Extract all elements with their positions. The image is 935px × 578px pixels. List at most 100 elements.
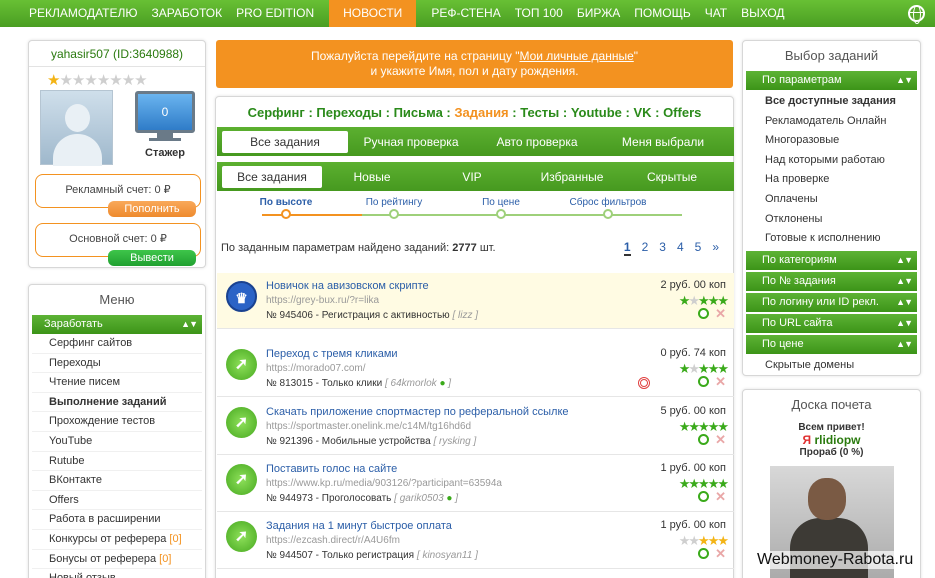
category-link[interactable]: VK bbox=[633, 105, 651, 120]
sort-option[interactable]: Сброс фильтров bbox=[558, 197, 658, 208]
menu-item[interactable]: Выполнение заданий bbox=[32, 393, 202, 413]
username[interactable]: yahasir507 (ID:3640988) bbox=[29, 41, 205, 67]
task-author[interactable]: [ 64kmorlok ● ] bbox=[385, 378, 451, 389]
param-item[interactable]: Готовые к исполнению bbox=[746, 229, 917, 249]
favorite-icon[interactable] bbox=[698, 434, 710, 445]
topnav-item[interactable]: ТОП 100 bbox=[508, 0, 570, 27]
param-item[interactable]: Над которыми работаю bbox=[746, 151, 917, 171]
category-link[interactable]: Offers bbox=[663, 105, 701, 120]
hidden-domains-link[interactable]: Скрытые домены bbox=[746, 356, 917, 376]
param-item[interactable]: Многоразовые bbox=[746, 131, 917, 151]
sort-dot-icon[interactable] bbox=[389, 209, 399, 219]
page-link[interactable]: 2 bbox=[642, 240, 649, 256]
param-item[interactable]: На проверке bbox=[746, 170, 917, 190]
tab-tabs2[interactable]: Избранные bbox=[522, 166, 622, 188]
topnav-item[interactable]: БИРЖА bbox=[570, 0, 627, 27]
menu-item[interactable]: Конкурсы от реферера [0] bbox=[32, 530, 202, 550]
profile-data-link[interactable]: Мои личные данные bbox=[519, 49, 633, 63]
sort-option[interactable]: По цене bbox=[451, 197, 551, 208]
menu-item[interactable]: Работа в расширении bbox=[32, 510, 202, 530]
menu-section-earn[interactable]: Заработать ▲▼ bbox=[32, 315, 202, 334]
sort-option[interactable]: По рейтингу bbox=[344, 197, 444, 208]
favorite-icon[interactable] bbox=[698, 308, 710, 319]
topnav-item[interactable]: ПОМОЩЬ bbox=[627, 0, 697, 27]
topnav-item[interactable]: ВЫХОД bbox=[734, 0, 791, 27]
favorite-icon[interactable] bbox=[698, 548, 710, 559]
page-link[interactable]: 3 bbox=[659, 240, 666, 256]
tab-tabs1[interactable]: Все задания bbox=[222, 130, 348, 153]
menu-item[interactable]: Прохождение тестов bbox=[32, 412, 202, 432]
menu-item[interactable]: ВКонтакте bbox=[32, 471, 202, 491]
menu-item[interactable]: Чтение писем bbox=[32, 373, 202, 393]
choose-section[interactable]: По цене ▲▼ bbox=[746, 334, 917, 354]
page-link[interactable]: 1 bbox=[623, 240, 631, 256]
topnav-item[interactable]: ЧАТ bbox=[698, 0, 734, 27]
category-link[interactable]: Тесты bbox=[520, 105, 559, 120]
menu-item[interactable]: Переходы bbox=[32, 354, 202, 374]
menu-item[interactable]: Бонусы от реферера [0] bbox=[32, 550, 202, 570]
menu-item[interactable]: Серфинг сайтов bbox=[32, 334, 202, 354]
tab-tabs1[interactable]: Авто проверка bbox=[474, 131, 600, 153]
choose-section[interactable]: По логину или ID рекл. ▲▼ bbox=[746, 292, 917, 312]
menu-item[interactable]: Offers bbox=[32, 491, 202, 511]
category-link[interactable]: Задания bbox=[454, 105, 508, 120]
task-author[interactable]: [ garik0503 ● ] bbox=[394, 493, 458, 504]
topnav-item[interactable]: РЕФ-СТЕНА bbox=[424, 0, 507, 27]
favorite-icon[interactable] bbox=[698, 376, 710, 387]
task-title[interactable]: Переход с тремя кликами bbox=[266, 348, 398, 360]
category-link[interactable]: Письма bbox=[394, 105, 443, 120]
sort-option[interactable]: По высоте bbox=[236, 197, 336, 208]
task-row[interactable]: ♛ Новичок на авизовском скрипте https://gr… bbox=[217, 273, 734, 329]
tab-tabs1[interactable]: Ручная проверка bbox=[348, 131, 474, 153]
topup-button[interactable]: Пополнить bbox=[108, 201, 196, 217]
task-row[interactable]: ➚ Поставить голос на сайте https://www.kp.… bbox=[217, 456, 734, 512]
sort-dot-icon[interactable] bbox=[603, 209, 613, 219]
tab-tabs1[interactable]: Меня выбрали bbox=[600, 131, 726, 153]
category-link[interactable]: Переходы bbox=[316, 105, 382, 120]
task-author[interactable]: [ rysking ] bbox=[433, 436, 476, 447]
task-author[interactable]: [ kinosyan11 ] bbox=[417, 550, 478, 561]
task-author[interactable]: [ lizz ] bbox=[452, 310, 478, 321]
avatar[interactable] bbox=[40, 90, 113, 166]
tab-tabs2[interactable]: Все задания bbox=[222, 165, 322, 188]
choose-section[interactable]: По № задания ▲▼ bbox=[746, 271, 917, 291]
param-item[interactable]: Рекламодатель Онлайн bbox=[746, 112, 917, 132]
category-link[interactable]: Серфинг bbox=[248, 105, 305, 120]
hide-icon[interactable]: ✕ bbox=[715, 433, 726, 446]
task-row[interactable]: ➚ Задания на 1 минут быстрое оплата https:… bbox=[217, 513, 734, 569]
section-by-params[interactable]: По параметрам ▲▼ bbox=[746, 71, 917, 90]
hide-icon[interactable]: ✕ bbox=[715, 490, 726, 503]
param-item[interactable]: Оплачены bbox=[746, 190, 917, 210]
task-title[interactable]: Новичок на авизовском скрипте bbox=[266, 280, 429, 292]
menu-item[interactable]: Новый отзыв bbox=[32, 569, 202, 578]
task-title[interactable]: Задания на 1 минут быстрое оплата bbox=[266, 520, 452, 532]
task-row[interactable]: ➚ Переход с тремя кликами https://morado07… bbox=[217, 341, 734, 397]
hide-icon[interactable]: ✕ bbox=[715, 375, 726, 388]
tab-tabs2[interactable]: Скрытые bbox=[622, 166, 722, 188]
hide-icon[interactable]: ✕ bbox=[715, 547, 726, 560]
param-item[interactable]: Все доступные задания bbox=[746, 92, 917, 112]
task-title[interactable]: Скачать приложение спортмастер по рефера… bbox=[266, 406, 569, 418]
sort-dot-icon[interactable] bbox=[281, 209, 291, 219]
topnav-item[interactable]: ЗАРАБОТОК bbox=[144, 0, 229, 27]
task-title[interactable]: Поставить голос на сайте bbox=[266, 463, 397, 475]
tab-tabs2[interactable]: VIP bbox=[422, 166, 522, 188]
sort-dot-icon[interactable] bbox=[496, 209, 506, 219]
page-link[interactable]: 5 bbox=[695, 240, 702, 256]
menu-item[interactable]: YouTube bbox=[32, 432, 202, 452]
hide-icon[interactable]: ✕ bbox=[715, 307, 726, 320]
withdraw-button[interactable]: Вывести bbox=[108, 250, 196, 266]
param-item[interactable]: Отклонены bbox=[746, 210, 917, 230]
globe-icon[interactable] bbox=[908, 5, 925, 24]
favorite-icon[interactable] bbox=[698, 491, 710, 502]
page-link[interactable]: 4 bbox=[677, 240, 684, 256]
topnav-item[interactable]: РЕКЛАМОДАТЕЛЮ bbox=[22, 0, 144, 27]
topnav-item[interactable]: НОВОСТИ bbox=[329, 0, 417, 27]
choose-section[interactable]: По категориям ▲▼ bbox=[746, 250, 917, 270]
topnav-item[interactable]: PRO EDITION bbox=[229, 0, 321, 27]
menu-item[interactable]: Rutube bbox=[32, 452, 202, 472]
category-link[interactable]: Youtube bbox=[571, 105, 622, 120]
tab-tabs2[interactable]: Новые bbox=[322, 166, 422, 188]
task-row[interactable]: ➚ Скачать приложение спортмастер по рефер… bbox=[217, 399, 734, 455]
page-link[interactable]: » bbox=[712, 240, 719, 256]
